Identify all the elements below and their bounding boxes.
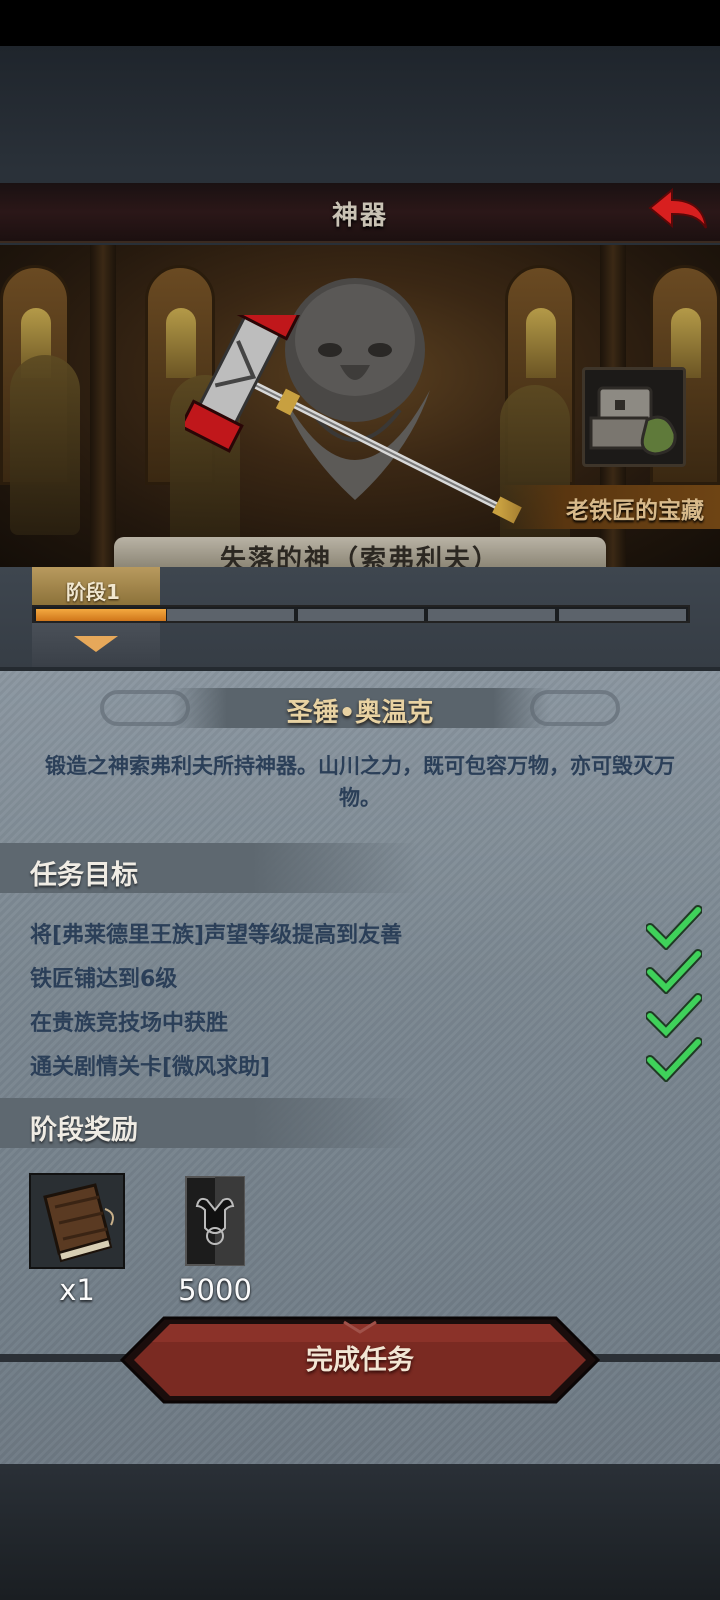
rewards-heading-bar: 阶段奖励 (0, 1098, 420, 1148)
god-name: 失落的神（索弗利夫） (219, 545, 500, 567)
reward-item-book[interactable] (29, 1173, 125, 1269)
artifact-name: 圣锤•奥温克 (286, 698, 434, 728)
task-item: 在贵族竞技场中获胜 (28, 993, 702, 1040)
checkmark-icon (646, 993, 702, 1038)
reward-count: x1 (59, 1273, 95, 1307)
book-icon (29, 1173, 125, 1269)
treasure-label: 老铁匠的宝藏 (566, 498, 704, 524)
progress-segment (297, 609, 425, 621)
progress-segment (559, 609, 686, 621)
progress-fill (36, 609, 166, 621)
task-item: 将[弗莱德里王族]声望等级提高到友善 (28, 905, 702, 952)
guard-statue (10, 355, 80, 535)
treasure-chest-button[interactable] (582, 367, 686, 467)
artifact-description: 锻造之神索弗利夫所持神器。山川之力，既可包容万物，亦可毁灭万物。 (45, 754, 675, 810)
header-bar: 神器 (0, 183, 720, 243)
task-text: 在贵族竞技场中获胜 (30, 1011, 229, 1036)
status-bar (0, 0, 720, 46)
task-text: 铁匠铺达到6级 (30, 967, 178, 992)
task-item: 铁匠铺达到6级 (28, 949, 702, 996)
reward-item-emblem[interactable] (185, 1176, 245, 1266)
stage-tab-1[interactable]: 阶段1 (32, 567, 160, 607)
task-text: 将[弗莱德里王族]声望等级提高到友善 (30, 923, 403, 948)
rewards-heading: 阶段奖励 (30, 1115, 138, 1146)
stage-tab-label: 阶段1 (66, 580, 120, 604)
reward-count: 5000 (178, 1273, 252, 1307)
progress-segment (166, 609, 294, 621)
tasks-heading-bar: 任务目标 (0, 843, 420, 893)
back-arrow-icon[interactable] (646, 186, 710, 236)
stage-progress-bar (32, 605, 690, 623)
checkmark-icon (646, 1037, 702, 1082)
treasure-banner[interactable]: 老铁匠的宝藏 (500, 485, 720, 529)
progress-segment (428, 609, 556, 621)
checkmark-icon (646, 949, 702, 994)
god-name-plate: 失落的神（索弗利夫） (114, 537, 606, 567)
complete-task-label: 完成任务 (306, 1345, 414, 1376)
hammer-icon (185, 315, 522, 524)
checkmark-icon (646, 905, 702, 950)
chevron-down-icon (74, 636, 118, 652)
task-text: 通关剧情关卡[微风求助] (30, 1055, 271, 1080)
tasks-heading: 任务目标 (30, 860, 138, 891)
bottom-area (0, 1464, 720, 1600)
pillar (90, 245, 116, 567)
chest-icon (589, 386, 677, 456)
task-item: 通关剧情关卡[微风求助] (28, 1037, 702, 1084)
bull-emblem-icon (185, 1176, 245, 1266)
page-title: 神器 (331, 201, 388, 231)
